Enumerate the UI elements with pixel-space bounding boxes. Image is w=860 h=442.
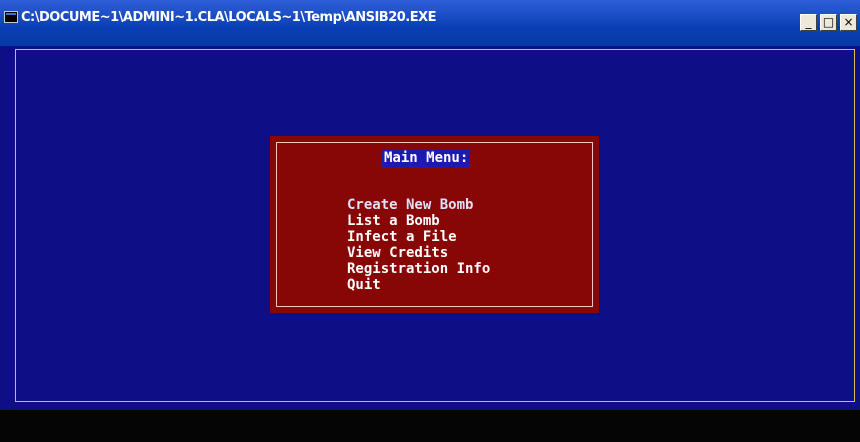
menu-item-create-new-bomb[interactable]: Create New Bomb	[347, 197, 490, 213]
console-icon[interactable]	[4, 11, 18, 23]
window-title: C:\DOCUME~1\ADMINI~1.CLA\LOCALS~1\Temp\A…	[21, 10, 437, 25]
menu-item-registration-info[interactable]: Registration Info	[347, 261, 490, 277]
menu-list: Create New Bomb List a Bomb Infect a Fil…	[347, 197, 490, 293]
main-menu-dialog: Main Menu: Create New Bomb List a Bomb I…	[270, 136, 599, 313]
close-button[interactable]: ×	[840, 14, 857, 31]
menu-item-infect-a-file[interactable]: Infect a File	[347, 229, 490, 245]
status-bar	[0, 410, 860, 442]
window-titlebar[interactable]: C:\DOCUME~1\ADMINI~1.CLA\LOCALS~1\Temp\A…	[0, 0, 860, 46]
menu-item-list-a-bomb[interactable]: List a Bomb	[347, 213, 490, 229]
menu-item-quit[interactable]: Quit	[347, 277, 490, 293]
minimize-button[interactable]: _	[800, 14, 817, 31]
menu-title: Main Menu:	[382, 150, 471, 167]
menu-item-view-credits[interactable]: View Credits	[347, 245, 490, 261]
restore-button[interactable]: □	[820, 14, 837, 31]
